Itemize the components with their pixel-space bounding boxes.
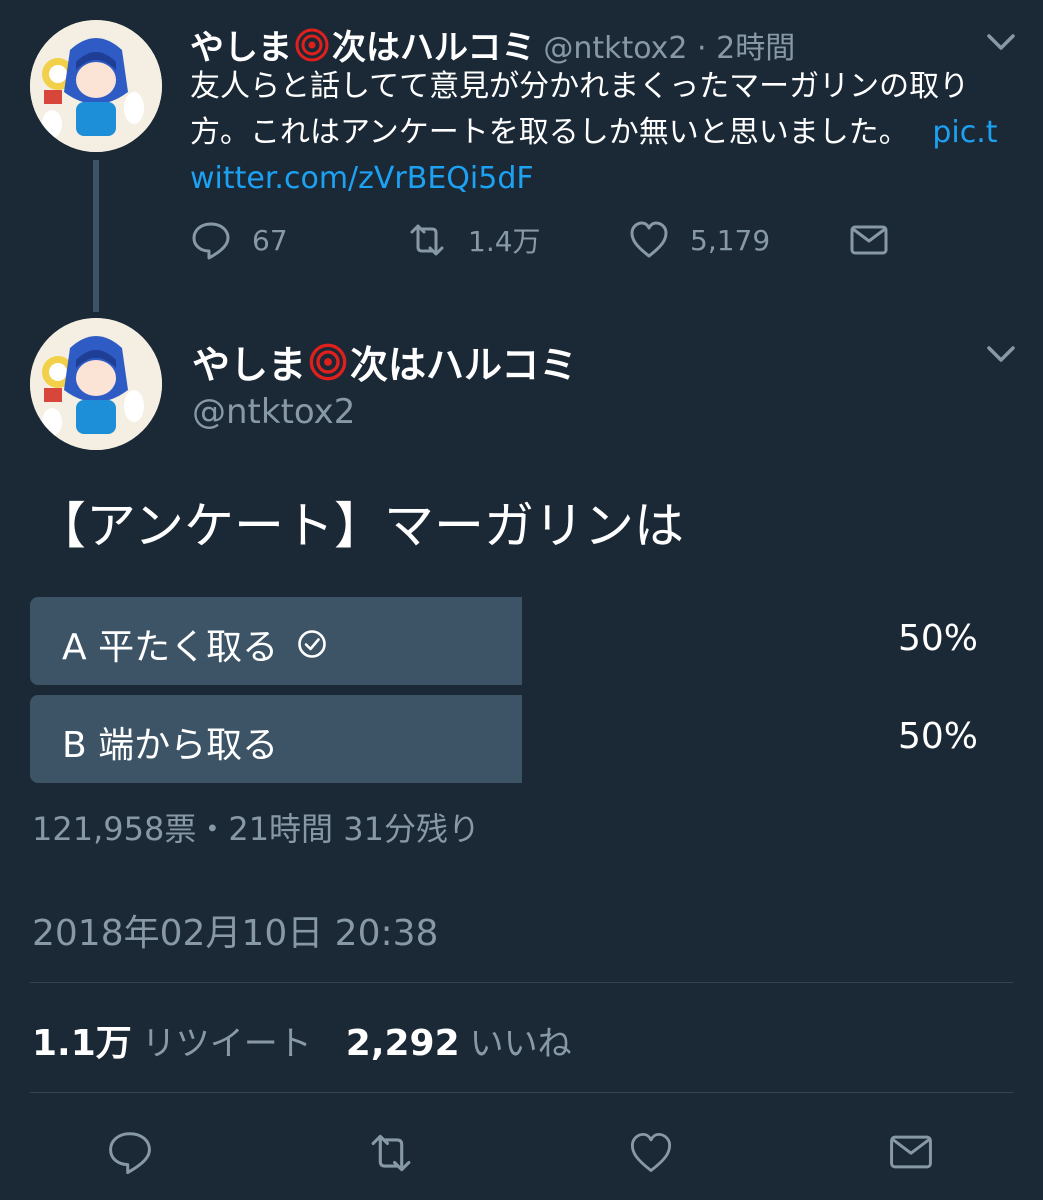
poll-option-a-label: A 平たく取る: [62, 627, 279, 668]
retweet-count: 1.4万: [468, 225, 541, 258]
reply-icon[interactable]: [106, 1128, 154, 1176]
like-count: 5,179: [690, 223, 771, 257]
author-name-suffix: 次はハルコミ: [332, 28, 536, 68]
author-name[interactable]: やしま 次はハルコミ @ntktox2 · 2時間: [190, 20, 795, 69]
rose-icon: [294, 27, 330, 63]
poll-option-b: B 端から取る: [62, 716, 278, 768]
dm-button[interactable]: [848, 219, 910, 261]
divider: [30, 982, 1013, 983]
author-name-text: やしま: [192, 343, 307, 387]
tweet-body: 友人らと話してて意見が分かれまくったマーガリンの取り方。これはアンケートを取るし…: [190, 69, 970, 150]
poll-option-a: A 平たく取る: [62, 618, 328, 670]
author-name-suffix: 次はハルコミ: [350, 343, 578, 387]
poll-option-a-percent: 50%: [897, 618, 978, 659]
author-name-text: やしま: [190, 28, 292, 68]
poll-meta: 121,958票・21時間 31分残り: [32, 810, 480, 848]
retweet-button[interactable]: 1.4万: [406, 219, 541, 261]
thread-line: [93, 160, 99, 312]
poll-option-b-percent: 50%: [897, 716, 978, 757]
reply-button[interactable]: 67: [190, 219, 288, 261]
author-name[interactable]: やしま 次はハルコミ: [192, 334, 577, 389]
poll-option-b-label: B 端から取る: [62, 725, 279, 766]
avatar[interactable]: [30, 318, 162, 450]
check-circle-icon: [298, 630, 326, 658]
heart-icon: [630, 221, 668, 258]
tweet-timestamp[interactable]: 2018年02月10日 20:38: [32, 904, 438, 956]
chevron-down-icon[interactable]: [986, 32, 1016, 52]
poll-title: 【アンケート】マーガリンは: [36, 497, 684, 555]
like-total[interactable]: 2,292: [346, 1023, 460, 1064]
retweet-total[interactable]: 1.1万: [32, 1014, 132, 1066]
handle-time: @ntktox2 · 2時間: [543, 30, 796, 66]
heart-icon[interactable]: [626, 1130, 676, 1176]
avatar[interactable]: [30, 20, 162, 152]
reply-count: 67: [252, 223, 288, 257]
divider: [30, 1092, 1013, 1093]
retweet-icon[interactable]: [366, 1128, 416, 1178]
author-handle[interactable]: @ntktox2: [192, 392, 355, 432]
reply-icon: [192, 222, 230, 260]
like-button[interactable]: 5,179: [628, 219, 770, 261]
chevron-down-icon[interactable]: [986, 344, 1016, 364]
like-total-label[interactable]: いいね: [470, 1016, 572, 1065]
mail-icon: [850, 225, 888, 255]
rose-icon: [308, 342, 348, 382]
retweet-icon: [410, 224, 444, 256]
retweet-total-label[interactable]: リツイート: [142, 1016, 312, 1065]
mail-icon[interactable]: [886, 1128, 936, 1176]
tweet-text: 友人らと話してて意見が分かれまくったマーガリンの取り方。これはアンケートを取るし…: [190, 64, 1010, 202]
engagement-stats: 1.1万 リツイート 2,292 いいね: [32, 1014, 572, 1066]
